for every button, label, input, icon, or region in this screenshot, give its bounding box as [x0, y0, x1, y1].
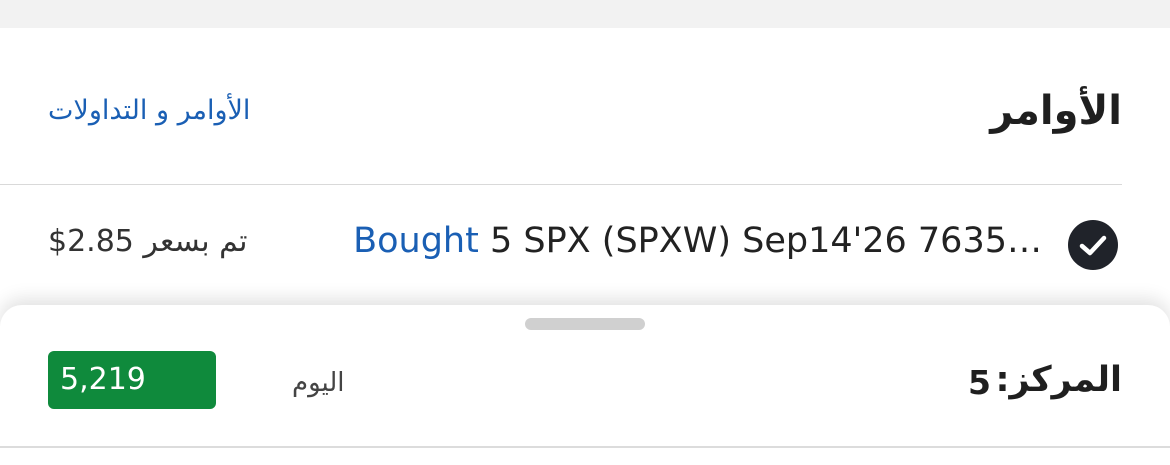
position-label: المركز:	[995, 360, 1123, 400]
top-separator-strip	[0, 0, 1170, 28]
today-label: اليوم	[292, 368, 345, 398]
section-divider	[0, 184, 1122, 185]
position-bottom-sheet[interactable]: المركز: 5 اليوم 5,219	[0, 305, 1170, 465]
order-description[interactable]: Bought 5 SPX (SPXW) Sep14'26 7635…	[353, 221, 1042, 261]
sheet-divider	[0, 446, 1170, 448]
check-circle-icon	[1068, 220, 1118, 270]
orders-section-title: الأوامر	[990, 88, 1122, 134]
order-action-verb: Bought	[353, 221, 479, 261]
day-value-badge[interactable]: 5,219	[48, 351, 216, 409]
order-fill-price: تم بسعر 2.85$	[48, 224, 248, 259]
order-contract-text: 5 SPX (SPXW) Sep14'26 7635…	[478, 221, 1042, 261]
position-value: 5	[968, 363, 991, 402]
orders-and-trades-link[interactable]: الأوامر و التداولات	[48, 95, 250, 126]
sheet-drag-handle[interactable]	[525, 318, 645, 330]
